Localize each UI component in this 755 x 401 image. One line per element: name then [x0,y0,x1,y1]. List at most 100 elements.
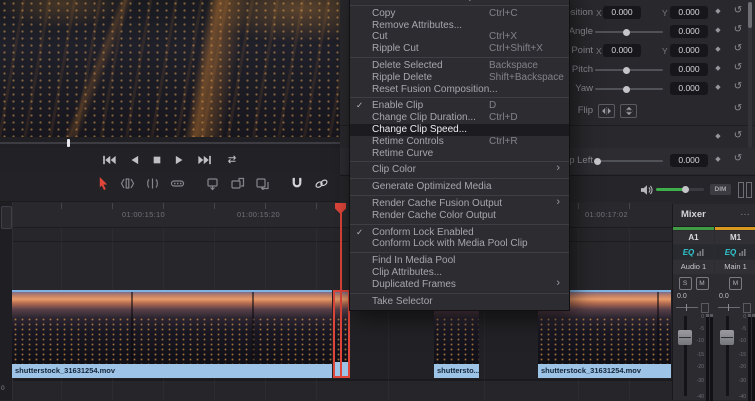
menu-item-render-cache-fusion-output[interactable]: Render Cache Fusion Output› [350,198,569,210]
menu-item-retime-curve[interactable]: Retime Curve [350,148,569,160]
overwrite-clip-icon[interactable] [230,177,245,195]
monitor-volume-slider[interactable] [656,188,704,191]
ruler-timecode: 01:00:15:10 [122,210,165,219]
menu-item-change-clip-speed[interactable]: Change Clip Speed... [350,124,569,136]
value-field[interactable]: 0.000 [603,44,641,57]
value-field[interactable]: 0.000 [670,63,708,76]
fader-handle[interactable] [720,330,734,345]
dynamic-trim-mode-icon[interactable] [145,177,160,195]
scrubber-playhead[interactable] [67,139,70,147]
keyframe-icon[interactable]: ◆ [710,132,726,140]
menu-item-ripple-cut[interactable]: Ripple CutCtrl+Shift+X [350,43,569,55]
viewer-scrubber[interactable] [0,137,341,148]
reset-icon[interactable]: ↺ [730,24,746,35]
mixer-title: Mixer [681,204,706,226]
skip-forward-button[interactable] [198,155,212,165]
value-field[interactable]: 0.000 [670,25,708,38]
fader-handle[interactable] [678,330,692,345]
menu-item-reset-fusion-composition[interactable]: Reset Fusion Composition... [350,84,569,96]
edit-toolbar [0,171,341,202]
timeline-clip[interactable]: shutterstock_31631254.mov [12,290,332,378]
keyframe-icon[interactable]: ◆ [710,64,726,72]
reset-icon[interactable]: ↺ [730,130,746,141]
value-field[interactable]: 0.000 [670,154,708,167]
menu-item-conform-lock-enabled[interactable]: ✓Conform Lock Enabled [350,227,569,239]
reset-icon[interactable]: ↺ [730,43,746,54]
razor-tool-icon[interactable] [170,177,185,195]
menu-item-copy[interactable]: CopyCtrl+C [350,8,569,20]
channel-level: 0.0 [719,293,729,300]
menu-item-take-selector[interactable]: Take Selector [350,296,569,308]
pan-control[interactable] [676,303,711,311]
keyframe-icon[interactable]: ◆ [710,155,726,163]
stop-button[interactable] [152,155,162,165]
dim-button[interactable]: DIM [710,184,731,195]
speaker-icon[interactable] [640,183,653,201]
solo-button[interactable]: S [679,277,692,290]
value-field[interactable]: 0.000 [670,44,708,57]
menu-item-retime-controls[interactable]: Retime ControlsCtrl+R [350,136,569,148]
pan-control[interactable] [718,303,753,311]
menu-item-conform-lock-with-media-pool-clip[interactable]: Conform Lock with Media Pool Clip [350,238,569,250]
pitch-slider[interactable] [595,69,663,71]
play-reverse-button[interactable] [129,155,139,165]
loop-button[interactable] [225,154,239,165]
keyframe-icon[interactable]: ◆ [710,45,726,53]
menu-item-cut[interactable]: CutCtrl+X [350,31,569,43]
menu-item-find-in-media-pool[interactable]: Find In Media Pool [350,255,569,267]
insert-clip-icon[interactable] [205,177,220,196]
skip-back-button[interactable] [102,155,116,165]
value-field[interactable]: 0.000 [670,82,708,95]
scrollbar-thumb[interactable] [748,2,752,28]
mixer-channel-m1: M1 EQ Main 1 M 0.0 0 -5 -10 -15 -20 -30 … [715,227,755,400]
replace-clip-icon[interactable] [255,177,270,195]
fader-track[interactable] [726,316,729,396]
play-button[interactable] [175,155,185,165]
menu-item-generate-optimized-media[interactable]: Generate Optimized Media [350,181,569,193]
reset-icon[interactable]: ↺ [730,153,746,164]
menu-item-delete-selected[interactable]: Delete SelectedBackspace [350,60,569,72]
keyframe-icon[interactable]: ◆ [710,26,726,34]
inspector-scrollbar[interactable] [748,2,752,148]
reset-icon[interactable]: ↺ [730,81,746,92]
keyframe-icon[interactable]: ◆ [710,83,726,91]
menu-item-remove-attributes[interactable]: Remove Attributes... [350,20,569,32]
track-header-button[interactable] [1,206,12,229]
mute-button[interactable]: M [729,277,742,290]
menu-item-render-cache-color-output[interactable]: Render Cache Color Output [350,210,569,222]
flip-horizontal-button[interactable] [598,104,615,118]
yaw-slider[interactable] [595,88,663,90]
menu-item-new-vfx-connect-clip[interactable]: New VFX Connect Clip... [350,0,569,3]
keyframe-icon[interactable]: ◆ [710,7,726,15]
selection-tool-icon[interactable] [97,177,110,196]
menu-item-duplicated-frames[interactable]: Duplicated Frames› [350,279,569,291]
menu-separator [350,293,569,294]
scrubber-track[interactable] [0,142,341,144]
ruler-timecode: 01:00:15:20 [237,210,280,219]
value-field[interactable]: 0.000 [603,6,641,19]
fader-track[interactable] [684,316,687,396]
reset-icon[interactable]: ↺ [730,103,746,114]
angle-slider[interactable] [595,31,663,33]
link-clips-icon[interactable] [314,177,329,195]
menu-item-enable-clip[interactable]: ✓Enable ClipD [350,100,569,112]
trim-edit-mode-icon[interactable] [120,177,135,195]
volume-slider-handle[interactable] [682,186,689,193]
menu-item-change-clip-duration[interactable]: Change Clip Duration...Ctrl+D [350,112,569,124]
mixer-channel-a1: A1 EQ Audio 1 S M 0.0 0 -5 -10 -15 -20 -… [673,227,714,400]
snapping-magnet-icon[interactable] [290,177,304,195]
menu-item-clip-color[interactable]: Clip Color› [350,164,569,176]
submenu-arrow-icon: › [556,163,560,175]
mixer-options-icon[interactable]: … [740,207,750,218]
reset-icon[interactable]: ↺ [730,5,746,16]
flip-vertical-button[interactable] [620,104,637,118]
menu-item-clip-attributes[interactable]: Clip Attributes... [350,267,569,279]
value-field[interactable]: 0.000 [670,6,708,19]
channel-eq-button[interactable]: EQ [715,245,755,259]
crop-left-slider[interactable] [595,160,663,162]
reset-icon[interactable]: ↺ [730,62,746,73]
meters-toggle-icon[interactable] [738,182,752,198]
menu-item-ripple-delete[interactable]: Ripple DeleteShift+Backspace [350,72,569,84]
mute-button[interactable]: M [696,277,709,290]
channel-eq-button[interactable]: EQ [673,245,714,259]
